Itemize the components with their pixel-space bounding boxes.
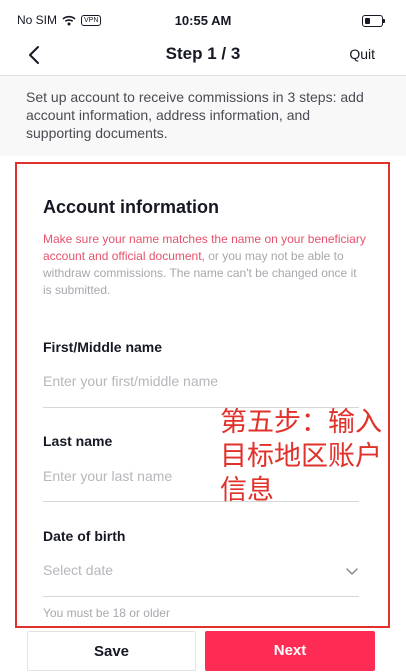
dob-placeholder: Select date [43,562,114,578]
battery-icon [362,15,385,27]
dob-label: Date of birth [43,528,126,544]
first-name-input[interactable]: Enter your first/middle name [43,373,359,399]
chevron-down-icon [346,568,358,575]
section-title: Account information [43,197,219,217]
name-hint: Make sure your name matches the name on … [43,231,367,299]
next-button[interactable]: Next [205,631,375,671]
first-name-label: First/Middle name [43,339,163,355]
save-button[interactable]: Save [27,631,196,671]
age-note: You must be 18 or older [43,606,170,620]
quit-button[interactable]: Quit [349,46,375,62]
dob-underline [43,596,359,597]
intro-banner: Set up account to receive commissions in… [0,76,406,156]
account-info-form: Account information Make sure your name … [15,162,390,628]
dob-select[interactable]: Select date [43,562,359,588]
last-name-label: Last name [43,433,113,449]
page-title: Step 1 / 3 [165,44,241,63]
intro-text: Set up account to receive commissions in… [26,89,364,141]
status-bar: No SIM VPN 10:55 AM [0,0,406,40]
step-annotation: 第五步：输入目标地区账户信息 [220,407,382,505]
clock: 10:55 AM [174,13,232,28]
nav-bar: Step 1 / 3 Quit [0,40,406,76]
